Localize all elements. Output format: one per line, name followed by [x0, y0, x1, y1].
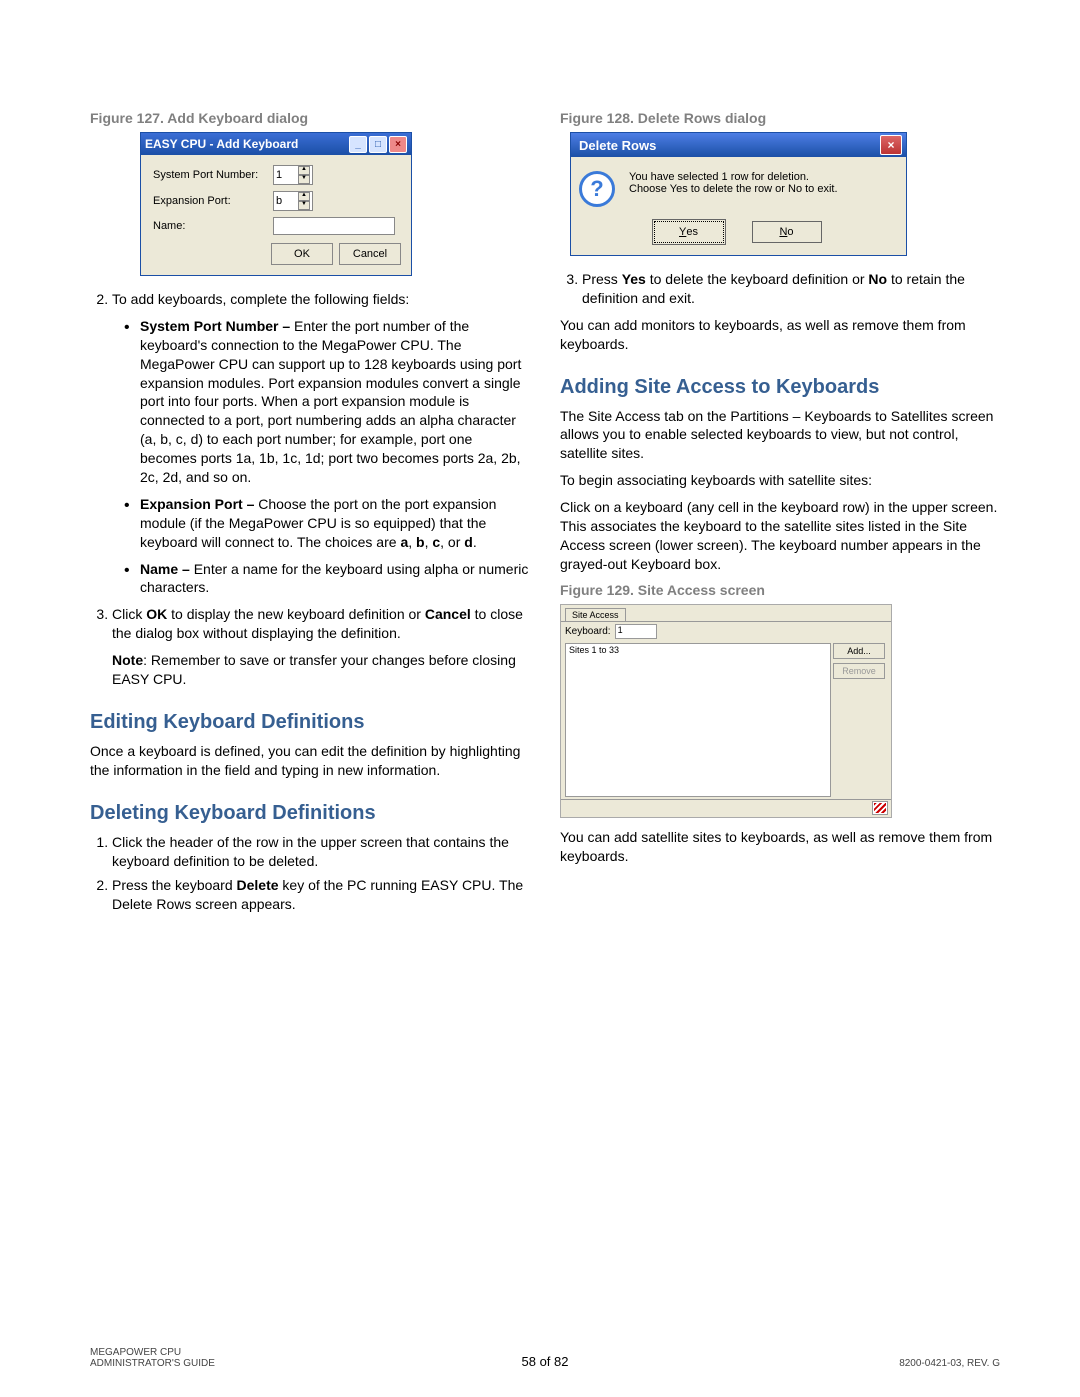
page-number: 58 of 82	[522, 1354, 569, 1369]
right-column: Figure 128. Delete Rows dialog Delete Ro…	[560, 110, 1000, 920]
name-input[interactable]	[273, 217, 395, 235]
note: Note: Remember to save or transfer your …	[112, 651, 530, 689]
field-list: System Port Number – Enter the port numb…	[112, 317, 530, 597]
close-icon[interactable]: ×	[880, 135, 902, 155]
procedure-list: To add keyboards, complete the following…	[90, 290, 530, 689]
delete-step-3: Press Yes to delete the keyboard definit…	[582, 270, 1000, 308]
window-buttons: _ □ ×	[349, 136, 407, 153]
delete-rows-dialog: Delete Rows × ? You have selected 1 row …	[570, 132, 907, 256]
site-access-tab[interactable]: Site Access	[565, 608, 626, 621]
minimize-icon[interactable]: _	[349, 136, 367, 153]
document-page: Figure 127. Add Keyboard dialog EASY CPU…	[0, 0, 1080, 1397]
bullet-system-port: System Port Number – Enter the port numb…	[140, 317, 530, 487]
system-port-label: System Port Number:	[153, 169, 273, 181]
step-3: Click OK to display the new keyboard def…	[112, 605, 530, 689]
add-keyboard-dialog: EASY CPU - Add Keyboard _ □ × System Por…	[140, 132, 412, 276]
name-label: Name:	[153, 220, 273, 232]
dialog-title: EASY CPU - Add Keyboard	[145, 137, 298, 151]
heading-deleting: Deleting Keyboard Definitions	[90, 802, 530, 825]
add-button[interactable]: Add...	[833, 643, 885, 659]
footer-left: MEGAPOWER CPU ADMINISTRATOR'S GUIDE	[90, 1347, 215, 1369]
delete-step-2: Press the keyboard Delete key of the PC …	[112, 876, 530, 914]
msgbox-text: You have selected 1 row for deletion. Ch…	[629, 171, 838, 195]
heading-editing: Editing Keyboard Definitions	[90, 711, 530, 734]
dialog-body: System Port Number: 1 ▲▼ Expansion Port:…	[141, 155, 411, 275]
expansion-port-value: b	[276, 195, 282, 207]
after-figure-paragraph: You can add satellite sites to keyboards…	[560, 828, 1000, 866]
msgbox-body: ? You have selected 1 row for deletion. …	[571, 157, 906, 255]
left-column: Figure 127. Add Keyboard dialog EASY CPU…	[90, 110, 530, 920]
no-button[interactable]: No	[752, 221, 822, 243]
spin-up-icon[interactable]: ▲	[298, 192, 310, 201]
cancel-button[interactable]: Cancel	[339, 243, 401, 265]
figure-127-caption: Figure 127. Add Keyboard dialog	[90, 110, 530, 126]
msgbox-titlebar: Delete Rows ×	[571, 133, 906, 157]
add-monitors-paragraph: You can add monitors to keyboards, as we…	[560, 316, 1000, 354]
close-icon[interactable]: ×	[389, 136, 407, 153]
keyboard-field: 1	[615, 624, 657, 639]
maximize-icon[interactable]: □	[369, 136, 387, 153]
keyboard-label: Keyboard:	[565, 626, 611, 637]
site-access-p3: Click on a keyboard (any cell in the key…	[560, 498, 1000, 574]
yes-button[interactable]: Yes	[654, 221, 724, 243]
ok-button[interactable]: OK	[271, 243, 333, 265]
footer-right: 8200-0421-03, REV. G	[899, 1358, 1000, 1369]
step-2: To add keyboards, complete the following…	[112, 290, 530, 597]
two-column-layout: Figure 127. Add Keyboard dialog EASY CPU…	[90, 110, 1000, 920]
site-access-p1: The Site Access tab on the Partitions – …	[560, 407, 1000, 464]
site-access-window: Site Access Keyboard: 1 Sites 1 to 33 Ad…	[560, 604, 892, 818]
delete-steps-cont: Press Yes to delete the keyboard definit…	[560, 270, 1000, 308]
resize-grip-icon[interactable]	[872, 801, 888, 815]
editing-paragraph: Once a keyboard is defined, you can edit…	[90, 742, 530, 780]
question-icon: ?	[579, 171, 615, 207]
heading-site-access: Adding Site Access to Keyboards	[560, 376, 1000, 399]
system-port-spinner[interactable]: 1 ▲▼	[273, 165, 313, 185]
delete-steps: Click the header of the row in the upper…	[90, 833, 530, 915]
expansion-port-label: Expansion Port:	[153, 195, 273, 207]
msgbox-title: Delete Rows	[579, 138, 656, 153]
bullet-expansion-port: Expansion Port – Choose the port on the …	[140, 495, 530, 552]
spin-down-icon[interactable]: ▼	[298, 175, 310, 184]
sites-list[interactable]: Sites 1 to 33	[565, 643, 831, 797]
status-bar	[561, 799, 891, 817]
figure-129-caption: Figure 129. Site Access screen	[560, 582, 1000, 598]
bullet-name: Name – Enter a name for the keyboard usi…	[140, 560, 530, 598]
site-access-p2: To begin associating keyboards with sate…	[560, 471, 1000, 490]
expansion-port-spinner[interactable]: b ▲▼	[273, 191, 313, 211]
figure-128-caption: Figure 128. Delete Rows dialog	[560, 110, 1000, 126]
spin-down-icon[interactable]: ▼	[298, 201, 310, 210]
remove-button: Remove	[833, 663, 885, 679]
delete-step-1: Click the header of the row in the upper…	[112, 833, 530, 871]
system-port-value: 1	[276, 169, 282, 181]
spin-up-icon[interactable]: ▲	[298, 166, 310, 175]
site-access-toolbar: Keyboard: 1	[561, 621, 891, 641]
dialog-titlebar: EASY CPU - Add Keyboard _ □ ×	[141, 133, 411, 155]
page-footer: MEGAPOWER CPU ADMINISTRATOR'S GUIDE 58 o…	[90, 1347, 1000, 1369]
